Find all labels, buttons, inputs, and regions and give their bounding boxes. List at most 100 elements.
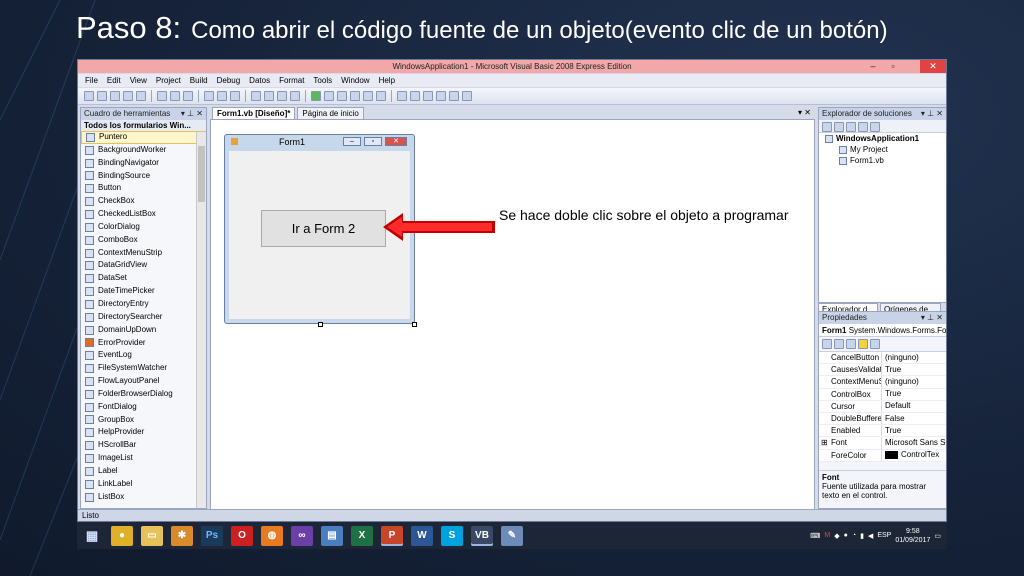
menu-edit[interactable]: Edit <box>107 74 121 87</box>
toolbox-item[interactable]: BindingNavigator <box>81 157 206 170</box>
menu-view[interactable]: View <box>130 74 147 87</box>
visual-studio-icon[interactable]: ∞ <box>291 525 313 546</box>
toolbox-item[interactable]: LinkLabel <box>81 478 206 491</box>
minimize-icon[interactable]: – <box>864 60 882 73</box>
toolbox-item[interactable]: FlowLayoutPanel <box>81 375 206 388</box>
property-value[interactable]: True <box>881 364 946 376</box>
tray-app-icon[interactable]: ● <box>844 532 848 539</box>
menu-tools[interactable]: Tools <box>313 74 332 87</box>
solution-node-myproject[interactable]: My Project <box>819 144 946 155</box>
toolbox-item[interactable]: ErrorProvider <box>81 337 206 350</box>
copy-icon[interactable] <box>170 91 180 101</box>
ir-a-form2-button[interactable]: Ir a Form 2 <box>261 210 386 247</box>
save-icon[interactable] <box>123 91 133 101</box>
windows-icon[interactable]: ▦ <box>81 526 103 546</box>
property-row[interactable]: ContextMenuS (ninguno) <box>819 376 946 389</box>
toolbox-item[interactable]: DirectorySearcher <box>81 311 206 324</box>
menu-file[interactable]: File <box>85 74 98 87</box>
step-out-icon[interactable] <box>376 91 386 101</box>
menu-build[interactable]: Build <box>190 74 208 87</box>
menu-window[interactable]: Window <box>341 74 369 87</box>
property-row[interactable]: CancelButton (ninguno) <box>819 352 946 365</box>
solution-explorer-icon[interactable] <box>397 91 407 101</box>
powerpoint-icon[interactable]: P <box>381 525 403 546</box>
menu-format[interactable]: Format <box>279 74 304 87</box>
maximize-icon[interactable]: ▫ <box>884 60 902 73</box>
properties-window-icon[interactable] <box>410 91 420 101</box>
paint-icon[interactable]: ✎ <box>501 525 523 546</box>
toolbox-item[interactable]: HelpProvider <box>81 426 206 439</box>
toolbox-item[interactable]: Button <box>81 182 206 195</box>
error-list-icon[interactable] <box>449 91 459 101</box>
close-icon[interactable]: ✕ <box>920 60 946 73</box>
keyboard-icon[interactable]: ⌨ <box>810 532 820 540</box>
events-icon[interactable] <box>858 339 868 349</box>
gmail-icon[interactable]: M <box>824 532 830 539</box>
step-into-icon[interactable] <box>350 91 360 101</box>
new-project-icon[interactable] <box>84 91 94 101</box>
photoshop-icon[interactable]: Ps <box>201 525 223 546</box>
toolbox-item[interactable]: GroupBox <box>81 414 206 427</box>
property-value[interactable]: ControlTex <box>881 449 946 461</box>
alphabetical-icon[interactable] <box>834 339 844 349</box>
navigate-forward-icon[interactable] <box>290 91 300 101</box>
add-item-icon[interactable] <box>97 91 107 101</box>
redo-icon[interactable] <box>264 91 274 101</box>
cut-icon[interactable] <box>157 91 167 101</box>
settings-app-icon[interactable]: ✱ <box>171 525 193 546</box>
data-sources-icon[interactable] <box>462 91 472 101</box>
toolbox-item[interactable]: FileSystemWatcher <box>81 362 206 375</box>
comment-icon[interactable] <box>217 91 227 101</box>
object-selector[interactable]: Form1 System.Windows.Forms.Fo <box>819 324 946 337</box>
object-browser-icon[interactable] <box>423 91 433 101</box>
menu-datos[interactable]: Datos <box>249 74 270 87</box>
categorized-icon[interactable] <box>822 339 832 349</box>
property-row[interactable]: Cursor Default <box>819 400 946 413</box>
opera-icon[interactable]: O <box>231 525 253 546</box>
property-pages-icon[interactable] <box>870 339 880 349</box>
property-value[interactable]: (ninguno) <box>881 352 946 364</box>
toolbox-item[interactable]: DomainUpDown <box>81 324 206 337</box>
toolbox-item[interactable]: CheckBox <box>81 195 206 208</box>
tab-start-page[interactable]: Página de inicio <box>297 107 364 119</box>
property-row-forecolor[interactable]: ForeColor ControlTex <box>819 449 946 462</box>
solution-node-form1[interactable]: Form1.vb <box>819 155 946 166</box>
open-icon[interactable] <box>110 91 120 101</box>
shield-icon[interactable]: ◆ <box>834 532 839 540</box>
toolbox-item[interactable]: FontDialog <box>81 401 206 414</box>
expand-icon[interactable]: ⊞ <box>821 437 828 448</box>
toolbox-item[interactable]: DataSet <box>81 272 206 285</box>
property-value[interactable]: Default <box>881 400 946 412</box>
property-row[interactable]: ControlBox True <box>819 388 946 401</box>
step-over-icon[interactable] <box>363 91 373 101</box>
solution-node-project[interactable]: WindowsApplication1 <box>819 133 946 144</box>
property-value[interactable]: (ninguno) <box>881 376 946 388</box>
toolbox-item-pointer[interactable]: Puntero <box>81 131 206 144</box>
resize-handle[interactable] <box>318 322 323 327</box>
toolbox-section-header[interactable]: Todos los formularios Win... <box>81 120 206 131</box>
toolbox-item[interactable]: BindingSource <box>81 170 206 183</box>
property-row[interactable]: DoubleBuffere False <box>819 412 946 426</box>
firefox-icon[interactable]: ◍ <box>261 525 283 546</box>
property-value[interactable]: False <box>881 412 946 425</box>
uncomment-icon[interactable] <box>230 91 240 101</box>
toolbox-item[interactable]: FolderBrowserDialog <box>81 388 206 401</box>
property-row[interactable]: Enabled True <box>819 425 946 438</box>
toolbox-item[interactable]: EventLog <box>81 349 206 362</box>
toolbox-item[interactable]: ImageList <box>81 452 206 465</box>
resize-handle[interactable] <box>412 322 417 327</box>
toolbox-icon[interactable] <box>436 91 446 101</box>
notifications-icon[interactable]: ▭ <box>934 532 941 540</box>
properties-view-icon[interactable] <box>846 339 856 349</box>
toolbox-item[interactable]: BackgroundWorker <box>81 144 206 157</box>
toolbox-item[interactable]: Label <box>81 465 206 478</box>
battery-icon[interactable]: ▮ <box>860 532 864 540</box>
skype-icon[interactable]: S <box>441 525 463 546</box>
property-row[interactable]: CausesValidati True <box>819 364 946 377</box>
tab-form1-design[interactable]: Form1.vb [Diseño]* <box>212 107 296 119</box>
refresh-icon[interactable] <box>846 122 856 132</box>
toolbox-item[interactable]: ContextMenuStrip <box>81 247 206 260</box>
view-code-icon[interactable] <box>858 122 868 132</box>
pause-icon[interactable] <box>324 91 334 101</box>
menu-debug[interactable]: Debug <box>217 74 241 87</box>
